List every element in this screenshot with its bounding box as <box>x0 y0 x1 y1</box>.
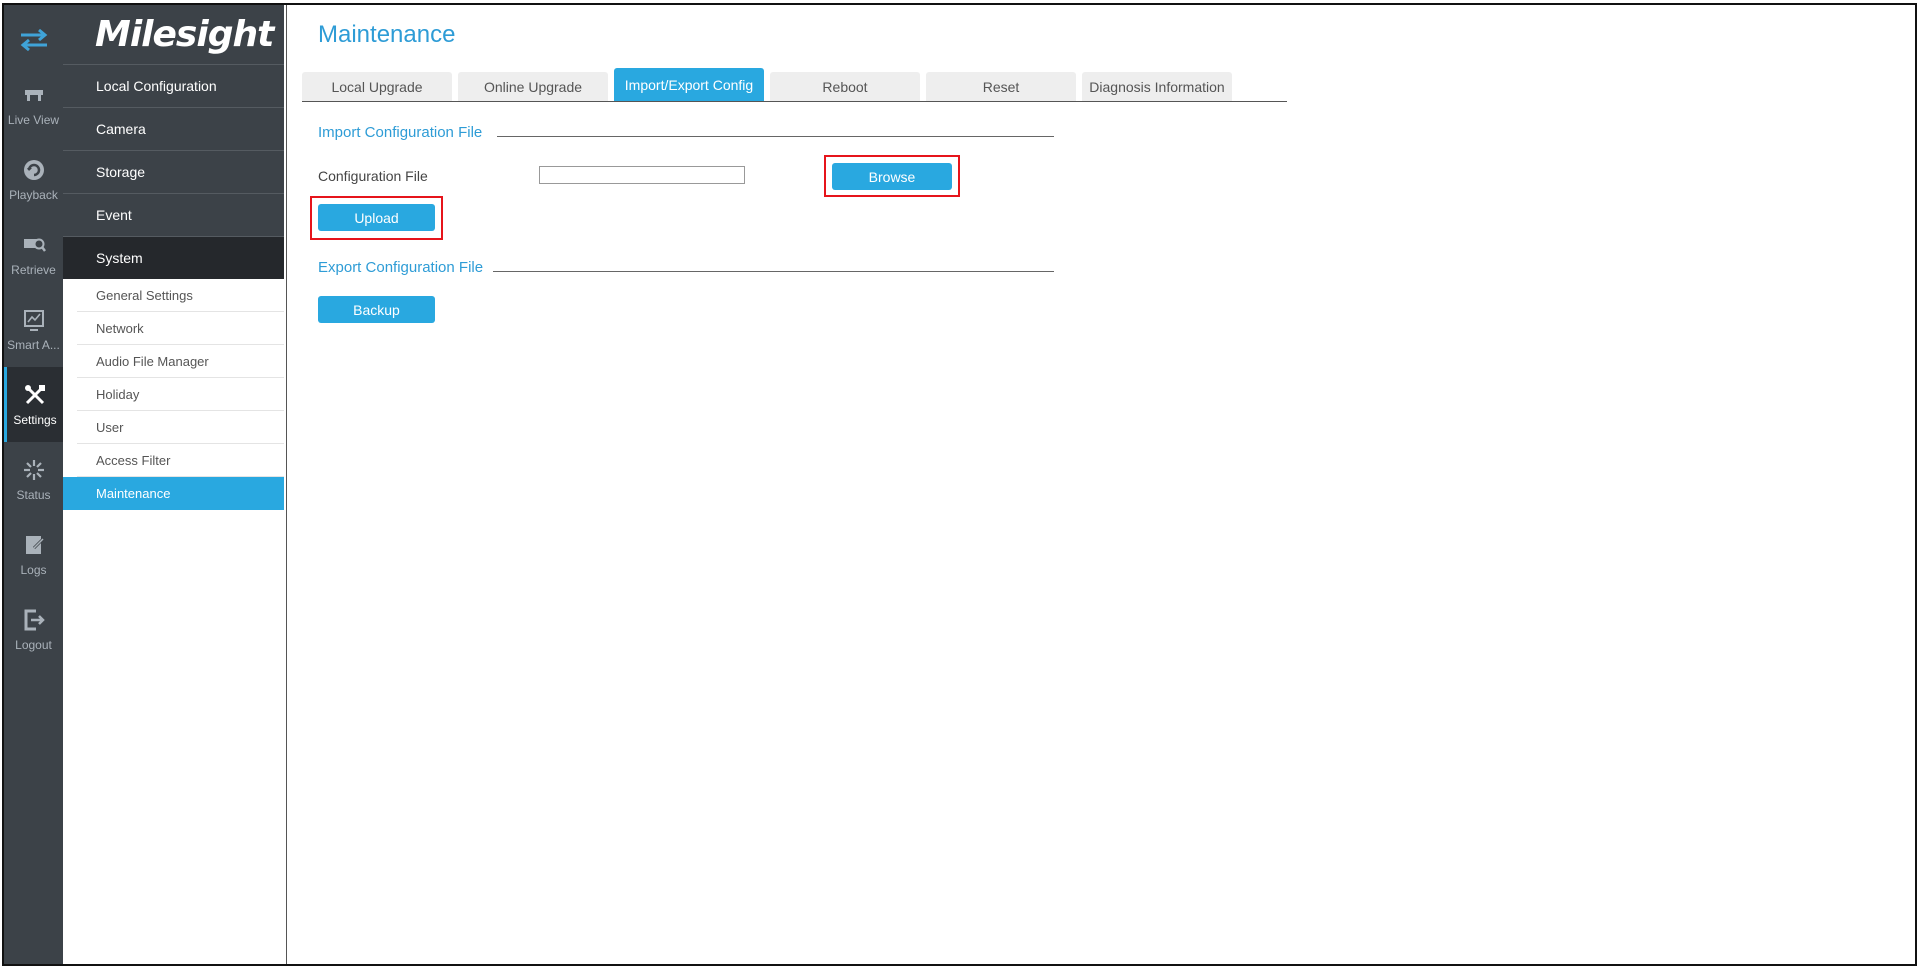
playback-icon <box>23 159 44 180</box>
logo-text: Milesight <box>95 14 274 55</box>
submenu-item-user[interactable]: User <box>77 411 284 444</box>
menu-item-label: Camera <box>96 121 146 137</box>
tab-label: Reboot <box>822 78 868 95</box>
submenu-item-network[interactable]: Network <box>77 312 284 345</box>
submenu-item-access-filter[interactable]: Access Filter <box>77 444 284 477</box>
submenu-item-label: Audio File Manager <box>96 353 209 369</box>
section-divider <box>497 136 1054 137</box>
rail-item-smart-analytics[interactable]: Smart A... <box>4 292 63 367</box>
menu-item-label: Storage <box>96 164 146 180</box>
retrieve-icon <box>23 238 46 252</box>
submenu-item-label: Holiday <box>96 386 140 402</box>
menu-item-system[interactable]: System <box>63 236 284 279</box>
export-section-title: Export Configuration File <box>318 259 484 276</box>
tab-online-upgrade[interactable]: Online Upgrade <box>458 72 608 101</box>
rail-label: Settings <box>13 412 57 427</box>
rail-item-logs[interactable]: Logs <box>4 517 63 592</box>
menu-item-label: System <box>96 250 143 266</box>
submenu-item-label: Maintenance <box>96 486 171 501</box>
backup-button-label: Backup <box>353 301 400 318</box>
rail-label: Playback <box>9 187 58 202</box>
section-divider <box>493 271 1054 272</box>
live-view-icon <box>24 89 43 101</box>
submenu-item-label: Network <box>96 320 144 336</box>
icon-rail: Live View Playback Retrieve Smart A... S… <box>4 5 63 964</box>
import-section-title: Import Configuration File <box>318 124 483 141</box>
tab-import-export-config[interactable]: Import/Export Config <box>614 68 764 101</box>
rail-label: Smart A... <box>7 337 60 352</box>
tab-label: Import/Export Config <box>624 76 754 93</box>
menu-item-storage[interactable]: Storage <box>63 150 284 193</box>
rail-item-retrieve[interactable]: Retrieve <box>4 217 63 292</box>
rail-label: Retrieve <box>11 262 56 277</box>
main-content: Maintenance Local Upgrade Online Upgrade… <box>288 5 1915 964</box>
submenu-item-label: Access Filter <box>96 452 171 468</box>
submenu-item-general-settings[interactable]: General Settings <box>77 279 284 312</box>
rail-item-live-view[interactable]: Live View <box>4 67 63 142</box>
tab-label: Online Upgrade <box>483 78 583 95</box>
rail-item-status[interactable]: Status <box>4 442 63 517</box>
menu-item-event[interactable]: Event <box>63 193 284 236</box>
menu-item-camera[interactable]: Camera <box>63 107 284 150</box>
configuration-file-input[interactable] <box>539 166 745 184</box>
tab-bar: Local Upgrade Online Upgrade Import/Expo… <box>302 68 1287 102</box>
page-title: Maintenance <box>318 21 456 48</box>
rail-item-logout[interactable]: Logout <box>4 592 63 667</box>
menu-item-label: Event <box>96 207 132 223</box>
configuration-file-label: Configuration File <box>318 168 428 184</box>
tab-local-upgrade[interactable]: Local Upgrade <box>302 72 452 101</box>
settings-icon <box>25 384 45 404</box>
browse-button[interactable]: Browse <box>832 163 952 190</box>
status-icon <box>23 459 44 480</box>
submenu-item-maintenance[interactable]: Maintenance <box>63 477 284 510</box>
rail-item-playback[interactable]: Playback <box>4 142 63 217</box>
tab-label: Reset <box>982 78 1020 95</box>
tab-label: Local Upgrade <box>331 78 423 95</box>
tab-label: Diagnosis Information <box>1089 78 1225 95</box>
logs-icon <box>25 535 44 554</box>
rail-label: Live View <box>7 112 60 127</box>
upload-button-label: Upload <box>354 209 399 226</box>
backup-button[interactable]: Backup <box>318 296 435 323</box>
app-window: Live View Playback Retrieve Smart A... S… <box>2 3 1917 966</box>
browse-button-label: Browse <box>868 168 916 185</box>
submenu-item-label: User <box>96 419 124 435</box>
settings-menu: Milesight Local Configuration Camera Sto… <box>63 5 287 964</box>
rail-item-settings[interactable]: Settings <box>4 367 63 442</box>
tab-reboot[interactable]: Reboot <box>770 72 920 101</box>
rail-label: Logs <box>20 562 47 577</box>
submenu-item-audio-file-manager[interactable]: Audio File Manager <box>77 345 284 378</box>
smart-analytics-icon <box>23 309 44 331</box>
rail-label: Status <box>16 487 51 502</box>
milesight-logo: Milesight <box>63 5 284 64</box>
tab-diagnosis-information[interactable]: Diagnosis Information <box>1082 72 1232 101</box>
rail-label: Logout <box>15 637 52 652</box>
logout-icon <box>24 609 45 630</box>
tab-reset[interactable]: Reset <box>926 72 1076 101</box>
submenu-item-label: General Settings <box>96 287 193 303</box>
submenu-item-holiday[interactable]: Holiday <box>77 378 284 411</box>
upload-button[interactable]: Upload <box>318 204 435 231</box>
switch-icon[interactable] <box>4 5 63 75</box>
menu-item-local-configuration[interactable]: Local Configuration <box>63 64 284 107</box>
menu-item-label: Local Configuration <box>96 78 217 94</box>
